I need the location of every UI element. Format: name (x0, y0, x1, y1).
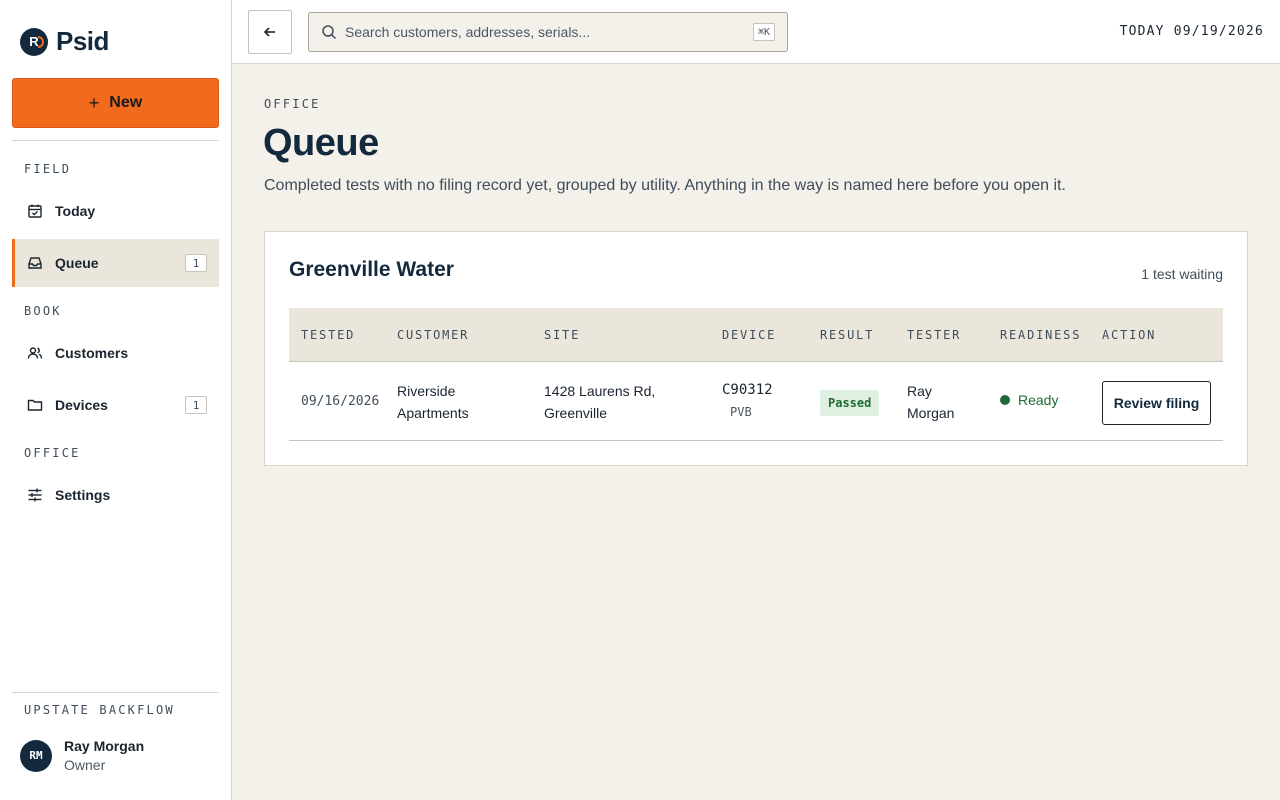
column-header-device: DEVICE (722, 328, 777, 342)
org-name: UPSTATE BACKFLOW (24, 703, 175, 717)
sidebar-item-label: Settings (55, 487, 111, 503)
sidebar-item-devices[interactable]: Devices 1 (12, 381, 219, 429)
sidebar-item-label: Customers (55, 345, 129, 361)
column-header-readiness: READINESS (1000, 328, 1082, 342)
column-header-tester: TESTER (907, 328, 962, 342)
readiness-status: Ready (1000, 392, 1058, 408)
sidebar-item-label: Devices (55, 397, 108, 413)
readiness-label: Ready (1018, 392, 1059, 408)
device-type: PVB (730, 405, 752, 419)
column-header-result: RESULT (820, 328, 875, 342)
queue-count-badge: 1 (185, 254, 207, 272)
tester-name-line: Morgan (907, 405, 955, 421)
calendar-check-icon (26, 202, 44, 220)
site-address: 1428 Laurens Rd, Greenville (544, 380, 655, 424)
user-name: Ray Morgan (64, 738, 145, 754)
page-description: Completed tests with no filing record ye… (264, 177, 1066, 194)
new-button-label: New (109, 94, 143, 111)
sidebar-item-label: Queue (55, 255, 99, 271)
sidebar-item-today[interactable]: Today (12, 187, 219, 235)
avatar: RM (20, 739, 52, 772)
back-button[interactable] (248, 10, 292, 54)
sidebar-section-office: OFFICE (24, 446, 81, 460)
sidebar-item-customers[interactable]: Customers (12, 329, 219, 377)
search-icon (322, 25, 337, 40)
sidebar-divider (12, 140, 219, 141)
tested-date: 09/16/2026 (301, 394, 380, 409)
plus-icon: + (88, 92, 100, 113)
sidebar-section-book: BOOK (24, 304, 62, 318)
devices-count-badge: 1 (185, 396, 207, 414)
users-icon (26, 344, 44, 362)
psid-logo-icon: R (20, 27, 48, 56)
sidebar-item-settings[interactable]: Settings (12, 471, 219, 519)
sidebar: R Psid + New FIELD Today Queue 1 BOOK Cu… (0, 0, 232, 800)
customer-name[interactable]: Riverside Apartments (397, 380, 469, 424)
table-row[interactable]: 09/16/2026 Riverside Apartments 1428 Lau… (289, 362, 1223, 441)
sidebar-section-field: FIELD (24, 162, 72, 176)
device-serial: C90312 (722, 382, 773, 398)
tests-waiting-count: 1 test waiting (1141, 266, 1223, 282)
today-date: TODAY 09/19/2026 (1119, 24, 1264, 39)
tester-name: Ray Morgan (907, 380, 954, 424)
arrow-left-icon (263, 27, 275, 37)
customer-name-line: Riverside (397, 383, 456, 399)
search-box[interactable]: ⌘K (308, 12, 788, 52)
column-header-site: SITE (544, 328, 581, 342)
inbox-icon (26, 254, 44, 272)
utility-group-card: Greenville Water 1 test waiting TESTED C… (264, 231, 1248, 466)
site-address-line: Greenville (544, 405, 608, 421)
tester-name-line: Ray (907, 383, 932, 399)
device-info: C90312 PVB (722, 379, 773, 423)
table-header: TESTED CUSTOMER SITE DEVICE RESULT TESTE… (289, 308, 1223, 362)
user-profile[interactable]: RM Ray Morgan Owner (20, 738, 144, 773)
column-header-action: ACTION (1102, 328, 1157, 342)
brand-name: Psid (56, 26, 109, 56)
user-role: Owner (64, 757, 106, 773)
customer-name-line: Apartments (397, 405, 469, 421)
folder-icon (26, 396, 44, 414)
topbar: ⌘K TODAY 09/19/2026 (232, 0, 1280, 64)
search-input[interactable] (345, 24, 735, 40)
column-header-tested: TESTED (301, 328, 356, 342)
ready-dot-icon (1000, 395, 1010, 405)
column-header-customer: CUSTOMER (397, 328, 470, 342)
sidebar-item-label: Today (55, 203, 96, 219)
review-filing-button[interactable]: Review filing (1102, 381, 1211, 425)
status-badge: Passed (820, 390, 880, 416)
new-button[interactable]: + New (12, 78, 219, 128)
utility-group-title: Greenville Water (289, 258, 454, 281)
page-eyebrow: OFFICE (264, 97, 321, 111)
sidebar-divider (12, 692, 219, 693)
sidebar-item-queue[interactable]: Queue 1 (12, 239, 219, 287)
sliders-icon (26, 486, 44, 504)
brand-logo[interactable]: R Psid (20, 26, 109, 57)
page-title: Queue (263, 122, 379, 164)
search-shortcut-hint: ⌘K (752, 23, 775, 41)
site-address-line: 1428 Laurens Rd, (544, 383, 656, 399)
